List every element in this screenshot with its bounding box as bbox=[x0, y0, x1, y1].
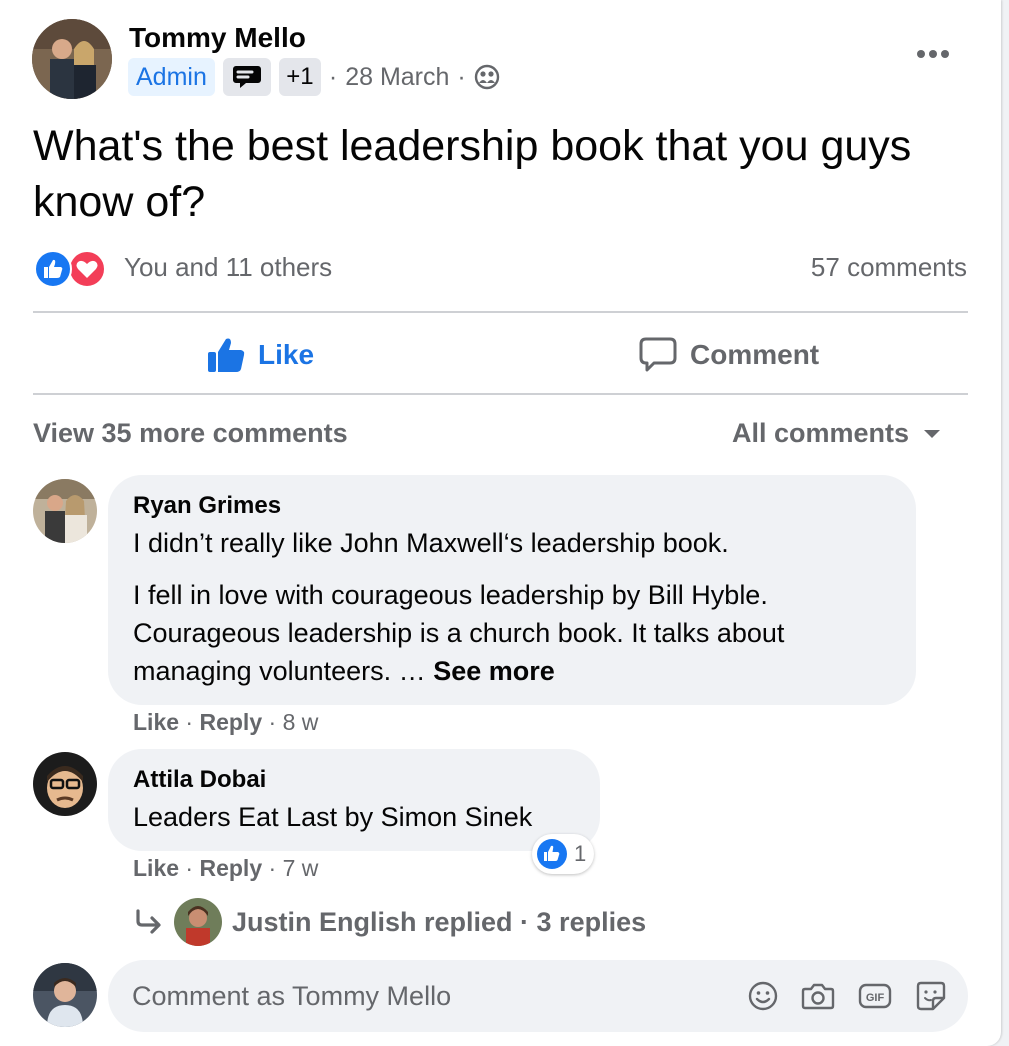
reaction-icons[interactable] bbox=[34, 250, 106, 288]
like-label: Like bbox=[258, 339, 315, 370]
comment-actions: Like · Reply · 8 w bbox=[133, 709, 318, 736]
author-name[interactable]: Tommy Mello bbox=[129, 22, 306, 54]
comment-reaction-badge[interactable]: 1 bbox=[532, 834, 595, 874]
post-card: Tommy Mello Admin +1 · 28 March · What's… bbox=[0, 0, 1001, 1046]
more-badges[interactable]: +1 bbox=[278, 58, 321, 96]
dot-icon bbox=[917, 50, 925, 58]
meta-separator: · bbox=[185, 709, 194, 735]
group-icon bbox=[474, 64, 500, 90]
comment-text: Leaders Eat Last by Simon Sinek bbox=[133, 802, 533, 832]
comment-button[interactable]: Comment bbox=[638, 330, 819, 380]
meta-separator: · bbox=[457, 62, 466, 91]
admin-badge[interactable]: Admin bbox=[128, 58, 215, 96]
view-replies-link[interactable]: Justin English replied · 3 replies bbox=[134, 898, 647, 946]
comment-author[interactable]: Attila Dobai bbox=[133, 766, 266, 794]
replies-summary: Justin English replied · 3 replies bbox=[232, 906, 647, 937]
meta-separator: · bbox=[268, 709, 277, 735]
replier-avatar bbox=[174, 898, 222, 946]
commenter-avatar[interactable] bbox=[33, 479, 97, 543]
post-meta: Admin +1 · 28 March · bbox=[128, 58, 500, 96]
camera-icon[interactable] bbox=[800, 978, 836, 1014]
divider bbox=[33, 393, 968, 395]
love-reaction-icon bbox=[68, 250, 106, 288]
comment-like-link[interactable]: Like bbox=[133, 855, 179, 881]
thumbs-up-icon bbox=[206, 336, 246, 374]
gif-icon[interactable]: GIF bbox=[857, 978, 893, 1014]
comment-reply-link[interactable]: Reply bbox=[199, 855, 262, 881]
reaction-names[interactable]: You and 11 others bbox=[124, 252, 332, 283]
comment-like-link[interactable]: Like bbox=[133, 709, 179, 735]
comment-actions: Like · Reply · 7 w bbox=[133, 855, 318, 882]
commenter-avatar[interactable] bbox=[33, 752, 97, 816]
like-button[interactable]: Like bbox=[206, 330, 314, 380]
sticker-icon[interactable] bbox=[913, 978, 949, 1014]
comment-text: I fell in love with courageous leadershi… bbox=[133, 576, 903, 690]
comment-label: Comment bbox=[690, 339, 820, 370]
post-date[interactable]: 28 March bbox=[345, 63, 449, 92]
comment-icon bbox=[638, 336, 678, 374]
conversation-starter-badge[interactable] bbox=[222, 58, 271, 96]
comment-reply-link[interactable]: Reply bbox=[199, 709, 262, 735]
emoji-icon[interactable] bbox=[745, 978, 781, 1014]
comment-author[interactable]: Ryan Grimes bbox=[133, 492, 281, 520]
comment-text: I didn’t really like John Maxwell‘s lead… bbox=[133, 528, 729, 558]
current-user-avatar[interactable] bbox=[33, 963, 97, 1027]
like-reaction-icon bbox=[34, 250, 72, 288]
more-options-button[interactable] bbox=[912, 38, 954, 70]
comment-count[interactable]: 57 comments bbox=[811, 252, 967, 283]
comment-time[interactable]: 8 w bbox=[283, 709, 319, 735]
comment-input[interactable] bbox=[132, 976, 732, 1016]
like-reaction-icon bbox=[536, 838, 568, 870]
comment-bubble: Attila Dobai Leaders Eat Last by Simon S… bbox=[108, 749, 600, 851]
dot-icon bbox=[941, 50, 949, 58]
svg-text:GIF: GIF bbox=[866, 992, 885, 1004]
reply-arrow-icon bbox=[134, 909, 164, 935]
comment-time[interactable]: 7 w bbox=[283, 855, 319, 881]
comment-composer: GIF bbox=[108, 960, 968, 1032]
meta-separator: · bbox=[328, 62, 338, 91]
view-more-comments-link[interactable]: View 35 more comments bbox=[33, 418, 348, 449]
post-text: What's the best leadership book that you… bbox=[33, 122, 912, 226]
meta-separator: · bbox=[268, 855, 277, 881]
reaction-count: 1 bbox=[574, 841, 587, 866]
comment-filter-dropdown[interactable]: All comments bbox=[732, 418, 941, 449]
author-avatar[interactable] bbox=[32, 19, 112, 99]
dot-icon bbox=[929, 50, 937, 58]
chat-bubble-icon bbox=[232, 64, 262, 90]
comment-bubble: Ryan Grimes I didn’t really like John Ma… bbox=[108, 475, 916, 705]
filter-label: All comments bbox=[732, 418, 910, 448]
caret-down-icon bbox=[923, 428, 941, 440]
divider bbox=[33, 311, 968, 313]
meta-separator: · bbox=[185, 855, 194, 881]
see-more-link[interactable]: See more bbox=[433, 656, 555, 686]
